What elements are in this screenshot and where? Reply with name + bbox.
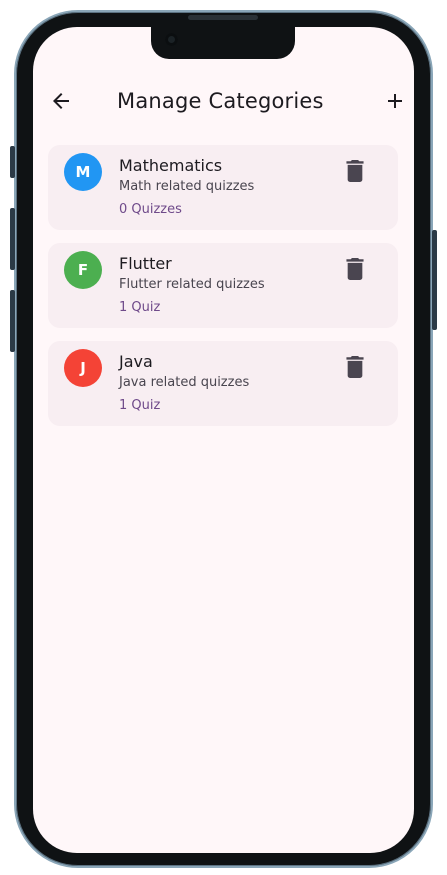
trash-icon xyxy=(346,258,364,280)
category-avatar: F xyxy=(64,251,102,289)
delete-button[interactable] xyxy=(345,258,365,280)
app-bar: Manage Categories xyxy=(33,87,414,117)
category-list: M Mathematics Math related quizzes 0 Qui… xyxy=(48,145,398,439)
page-title: Manage Categories xyxy=(117,89,324,113)
category-name: Mathematics xyxy=(119,156,223,175)
volume-up-button xyxy=(10,208,15,270)
speaker-grille xyxy=(188,15,258,20)
mute-switch xyxy=(10,146,15,178)
category-name: Flutter xyxy=(119,254,172,273)
category-avatar: J xyxy=(64,349,102,387)
add-category-button[interactable] xyxy=(383,89,407,113)
front-camera xyxy=(165,33,178,46)
volume-down-button xyxy=(10,290,15,352)
avatar-initial: F xyxy=(77,261,89,279)
trash-icon xyxy=(346,160,364,182)
quiz-count: 1 Quiz xyxy=(119,398,161,413)
trash-icon xyxy=(346,356,364,378)
arrow-left-icon xyxy=(53,93,69,109)
back-button[interactable] xyxy=(49,89,73,113)
category-description: Math related quizzes xyxy=(119,179,255,194)
app-screen: Manage Categories M Mathematics Math rel… xyxy=(33,27,414,853)
category-avatar: M xyxy=(64,153,102,191)
category-description: Flutter related quizzes xyxy=(119,277,265,292)
delete-button[interactable] xyxy=(345,160,365,182)
category-card[interactable]: M Mathematics Math related quizzes 0 Qui… xyxy=(48,145,398,230)
quiz-count: 1 Quiz xyxy=(119,300,161,315)
category-description: Java related quizzes xyxy=(119,375,250,390)
avatar-initial: M xyxy=(75,163,91,181)
quiz-count: 0 Quizzes xyxy=(119,202,182,217)
plus-icon xyxy=(388,94,402,108)
avatar-initial: J xyxy=(80,359,86,377)
category-card[interactable]: J Java Java related quizzes 1 Quiz xyxy=(48,341,398,426)
category-name: Java xyxy=(119,352,153,371)
delete-button[interactable] xyxy=(345,356,365,378)
category-card[interactable]: F Flutter Flutter related quizzes 1 Quiz xyxy=(48,243,398,328)
power-button xyxy=(432,230,437,330)
